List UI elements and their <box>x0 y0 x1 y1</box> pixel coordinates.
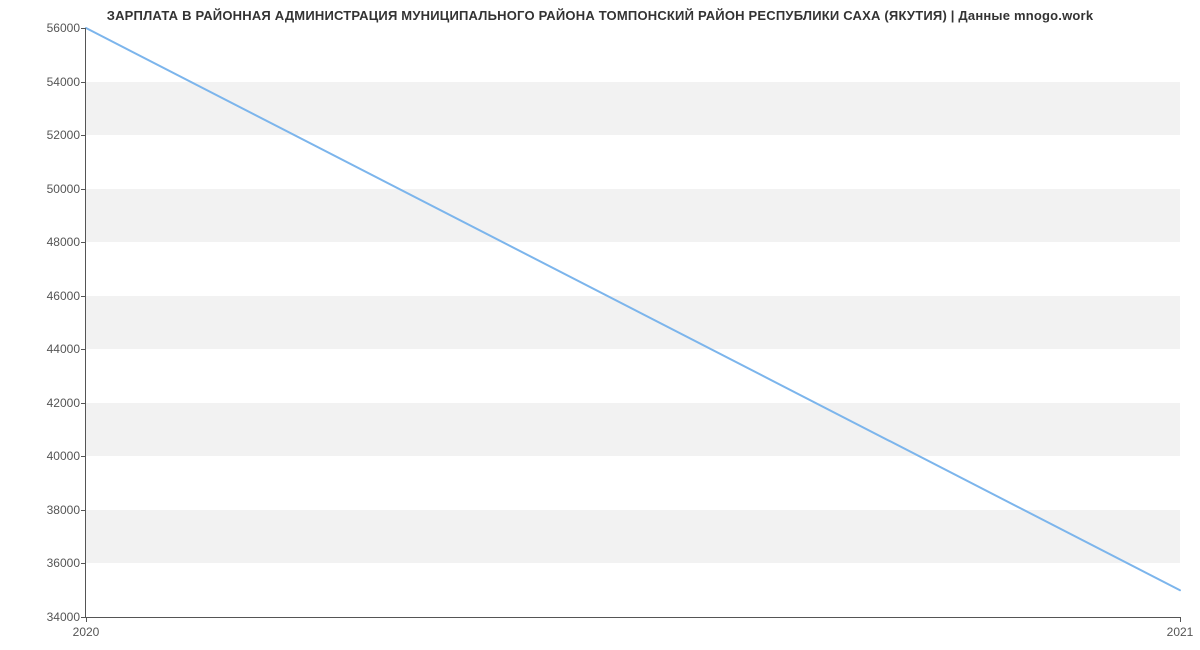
y-tick-label: 46000 <box>10 289 80 303</box>
y-tick-label: 52000 <box>10 128 80 142</box>
y-tick-mark <box>81 135 86 136</box>
y-tick-mark <box>81 349 86 350</box>
y-tick-label: 36000 <box>10 556 80 570</box>
x-tick-mark <box>1180 617 1181 622</box>
x-tick-label: 2020 <box>73 625 100 639</box>
x-tick-label: 2021 <box>1167 625 1194 639</box>
y-tick-mark <box>81 403 86 404</box>
y-tick-label: 54000 <box>10 75 80 89</box>
y-tick-mark <box>81 82 86 83</box>
line-layer <box>86 28 1180 617</box>
y-tick-mark <box>81 28 86 29</box>
chart-title: ЗАРПЛАТА В РАЙОННАЯ АДМИНИСТРАЦИЯ МУНИЦИ… <box>0 8 1200 23</box>
y-tick-label: 50000 <box>10 182 80 196</box>
y-tick-mark <box>81 296 86 297</box>
series-line <box>86 28 1180 590</box>
y-tick-label: 42000 <box>10 396 80 410</box>
y-tick-label: 34000 <box>10 610 80 624</box>
y-tick-label: 44000 <box>10 342 80 356</box>
plot-area: 20202021 <box>85 28 1180 618</box>
y-tick-mark <box>81 242 86 243</box>
y-tick-label: 40000 <box>10 449 80 463</box>
x-tick-mark <box>86 617 87 622</box>
y-tick-label: 56000 <box>10 21 80 35</box>
y-tick-mark <box>81 563 86 564</box>
y-tick-mark <box>81 510 86 511</box>
salary-line-chart: ЗАРПЛАТА В РАЙОННАЯ АДМИНИСТРАЦИЯ МУНИЦИ… <box>0 0 1200 650</box>
y-tick-mark <box>81 456 86 457</box>
y-tick-mark <box>81 189 86 190</box>
y-tick-label: 48000 <box>10 235 80 249</box>
y-tick-label: 38000 <box>10 503 80 517</box>
